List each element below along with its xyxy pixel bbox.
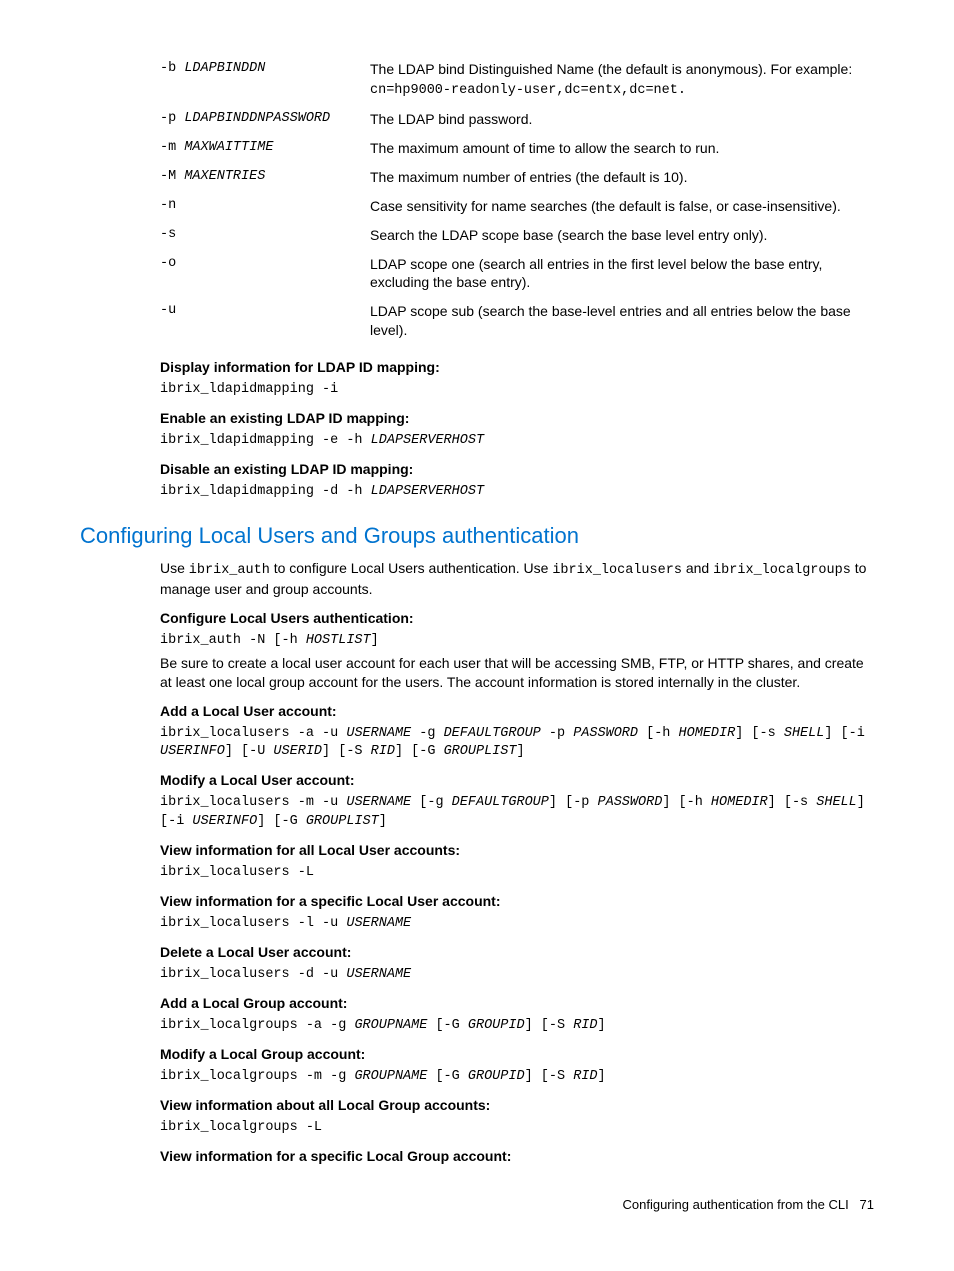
option-description: Search the LDAP scope base (search the b… bbox=[370, 226, 874, 245]
option-description: LDAP scope one (search all entries in th… bbox=[370, 255, 874, 293]
enable-command: ibrix_ldapidmapping -e -h LDAPSERVERHOST bbox=[160, 432, 874, 450]
option-description: LDAP scope sub (search the base-level en… bbox=[370, 302, 874, 340]
configure-command: ibrix_auth -N [-h HOSTLIST] bbox=[160, 632, 874, 650]
option-flag: -p LDAPBINDDNPASSWORD bbox=[160, 110, 370, 129]
option-description: The LDAP bind Distinguished Name (the de… bbox=[370, 60, 874, 100]
modify-local-user-heading: Modify a Local User account: bbox=[160, 771, 874, 790]
option-description: The maximum amount of time to allow the … bbox=[370, 139, 874, 158]
view-specific-local-user-heading: View information for a specific Local Us… bbox=[160, 892, 874, 911]
view-all-local-users-heading: View information for all Local User acco… bbox=[160, 841, 874, 860]
view-all-local-users-command: ibrix_localusers -L bbox=[160, 864, 874, 882]
option-row: -uLDAP scope sub (search the base-level … bbox=[160, 302, 874, 340]
option-flag: -s bbox=[160, 226, 370, 245]
configure-heading: Configure Local Users authentication: bbox=[160, 609, 874, 628]
option-description: The maximum number of entries (the defau… bbox=[370, 168, 874, 187]
local-users-section: Use ibrix_auth to configure Local Users … bbox=[160, 559, 874, 1166]
view-all-local-groups-heading: View information about all Local Group a… bbox=[160, 1096, 874, 1115]
option-flag: -o bbox=[160, 255, 370, 293]
enable-heading: Enable an existing LDAP ID mapping: bbox=[160, 409, 874, 428]
option-row: -M MAXENTRIESThe maximum number of entri… bbox=[160, 168, 874, 187]
disable-command: ibrix_ldapidmapping -d -h LDAPSERVERHOST bbox=[160, 483, 874, 501]
modify-local-user-command: ibrix_localusers -m -u USERNAME [-g DEFA… bbox=[160, 794, 874, 830]
option-flag: -b LDAPBINDDN bbox=[160, 60, 370, 100]
view-all-local-groups-command: ibrix_localgroups -L bbox=[160, 1119, 874, 1137]
page-footer: Configuring authentication from the CLI … bbox=[80, 1196, 874, 1214]
option-row: -nCase sensitivity for name searches (th… bbox=[160, 197, 874, 216]
option-row: -m MAXWAITTIMEThe maximum amount of time… bbox=[160, 139, 874, 158]
display-heading: Display information for LDAP ID mapping: bbox=[160, 358, 874, 377]
add-local-user-command: ibrix_localusers -a -u USERNAME -g DEFAU… bbox=[160, 725, 874, 761]
add-local-group-command: ibrix_localgroups -a -g GROUPNAME [-G GR… bbox=[160, 1017, 874, 1035]
option-description: The LDAP bind password. bbox=[370, 110, 874, 129]
delete-local-user-heading: Delete a Local User account: bbox=[160, 943, 874, 962]
display-command: ibrix_ldapidmapping -i bbox=[160, 381, 874, 399]
ldap-section: Display information for LDAP ID mapping:… bbox=[160, 358, 874, 501]
view-specific-local-group-heading: View information for a specific Local Gr… bbox=[160, 1147, 874, 1166]
modify-local-group-heading: Modify a Local Group account: bbox=[160, 1045, 874, 1064]
add-local-user-heading: Add a Local User account: bbox=[160, 702, 874, 721]
option-flag: -m MAXWAITTIME bbox=[160, 139, 370, 158]
page-number: 71 bbox=[860, 1197, 874, 1212]
option-flag: -u bbox=[160, 302, 370, 340]
option-row: -p LDAPBINDDNPASSWORDThe LDAP bind passw… bbox=[160, 110, 874, 129]
option-row: -sSearch the LDAP scope base (search the… bbox=[160, 226, 874, 245]
intro-paragraph: Use ibrix_auth to configure Local Users … bbox=[160, 559, 874, 599]
add-local-group-heading: Add a Local Group account: bbox=[160, 994, 874, 1013]
configure-note: Be sure to create a local user account f… bbox=[160, 654, 874, 692]
options-table: -b LDAPBINDDNThe LDAP bind Distinguished… bbox=[160, 60, 874, 340]
option-description: Case sensitivity for name searches (the … bbox=[370, 197, 874, 216]
option-flag: -M MAXENTRIES bbox=[160, 168, 370, 187]
view-specific-local-user-command: ibrix_localusers -l -u USERNAME bbox=[160, 915, 874, 933]
option-row: -b LDAPBINDDNThe LDAP bind Distinguished… bbox=[160, 60, 874, 100]
delete-local-user-command: ibrix_localusers -d -u USERNAME bbox=[160, 966, 874, 984]
option-flag: -n bbox=[160, 197, 370, 216]
footer-text: Configuring authentication from the CLI bbox=[623, 1197, 849, 1212]
disable-heading: Disable an existing LDAP ID mapping: bbox=[160, 460, 874, 479]
section-heading: Configuring Local Users and Groups authe… bbox=[80, 521, 874, 551]
modify-local-group-command: ibrix_localgroups -m -g GROUPNAME [-G GR… bbox=[160, 1068, 874, 1086]
option-row: -oLDAP scope one (search all entries in … bbox=[160, 255, 874, 293]
